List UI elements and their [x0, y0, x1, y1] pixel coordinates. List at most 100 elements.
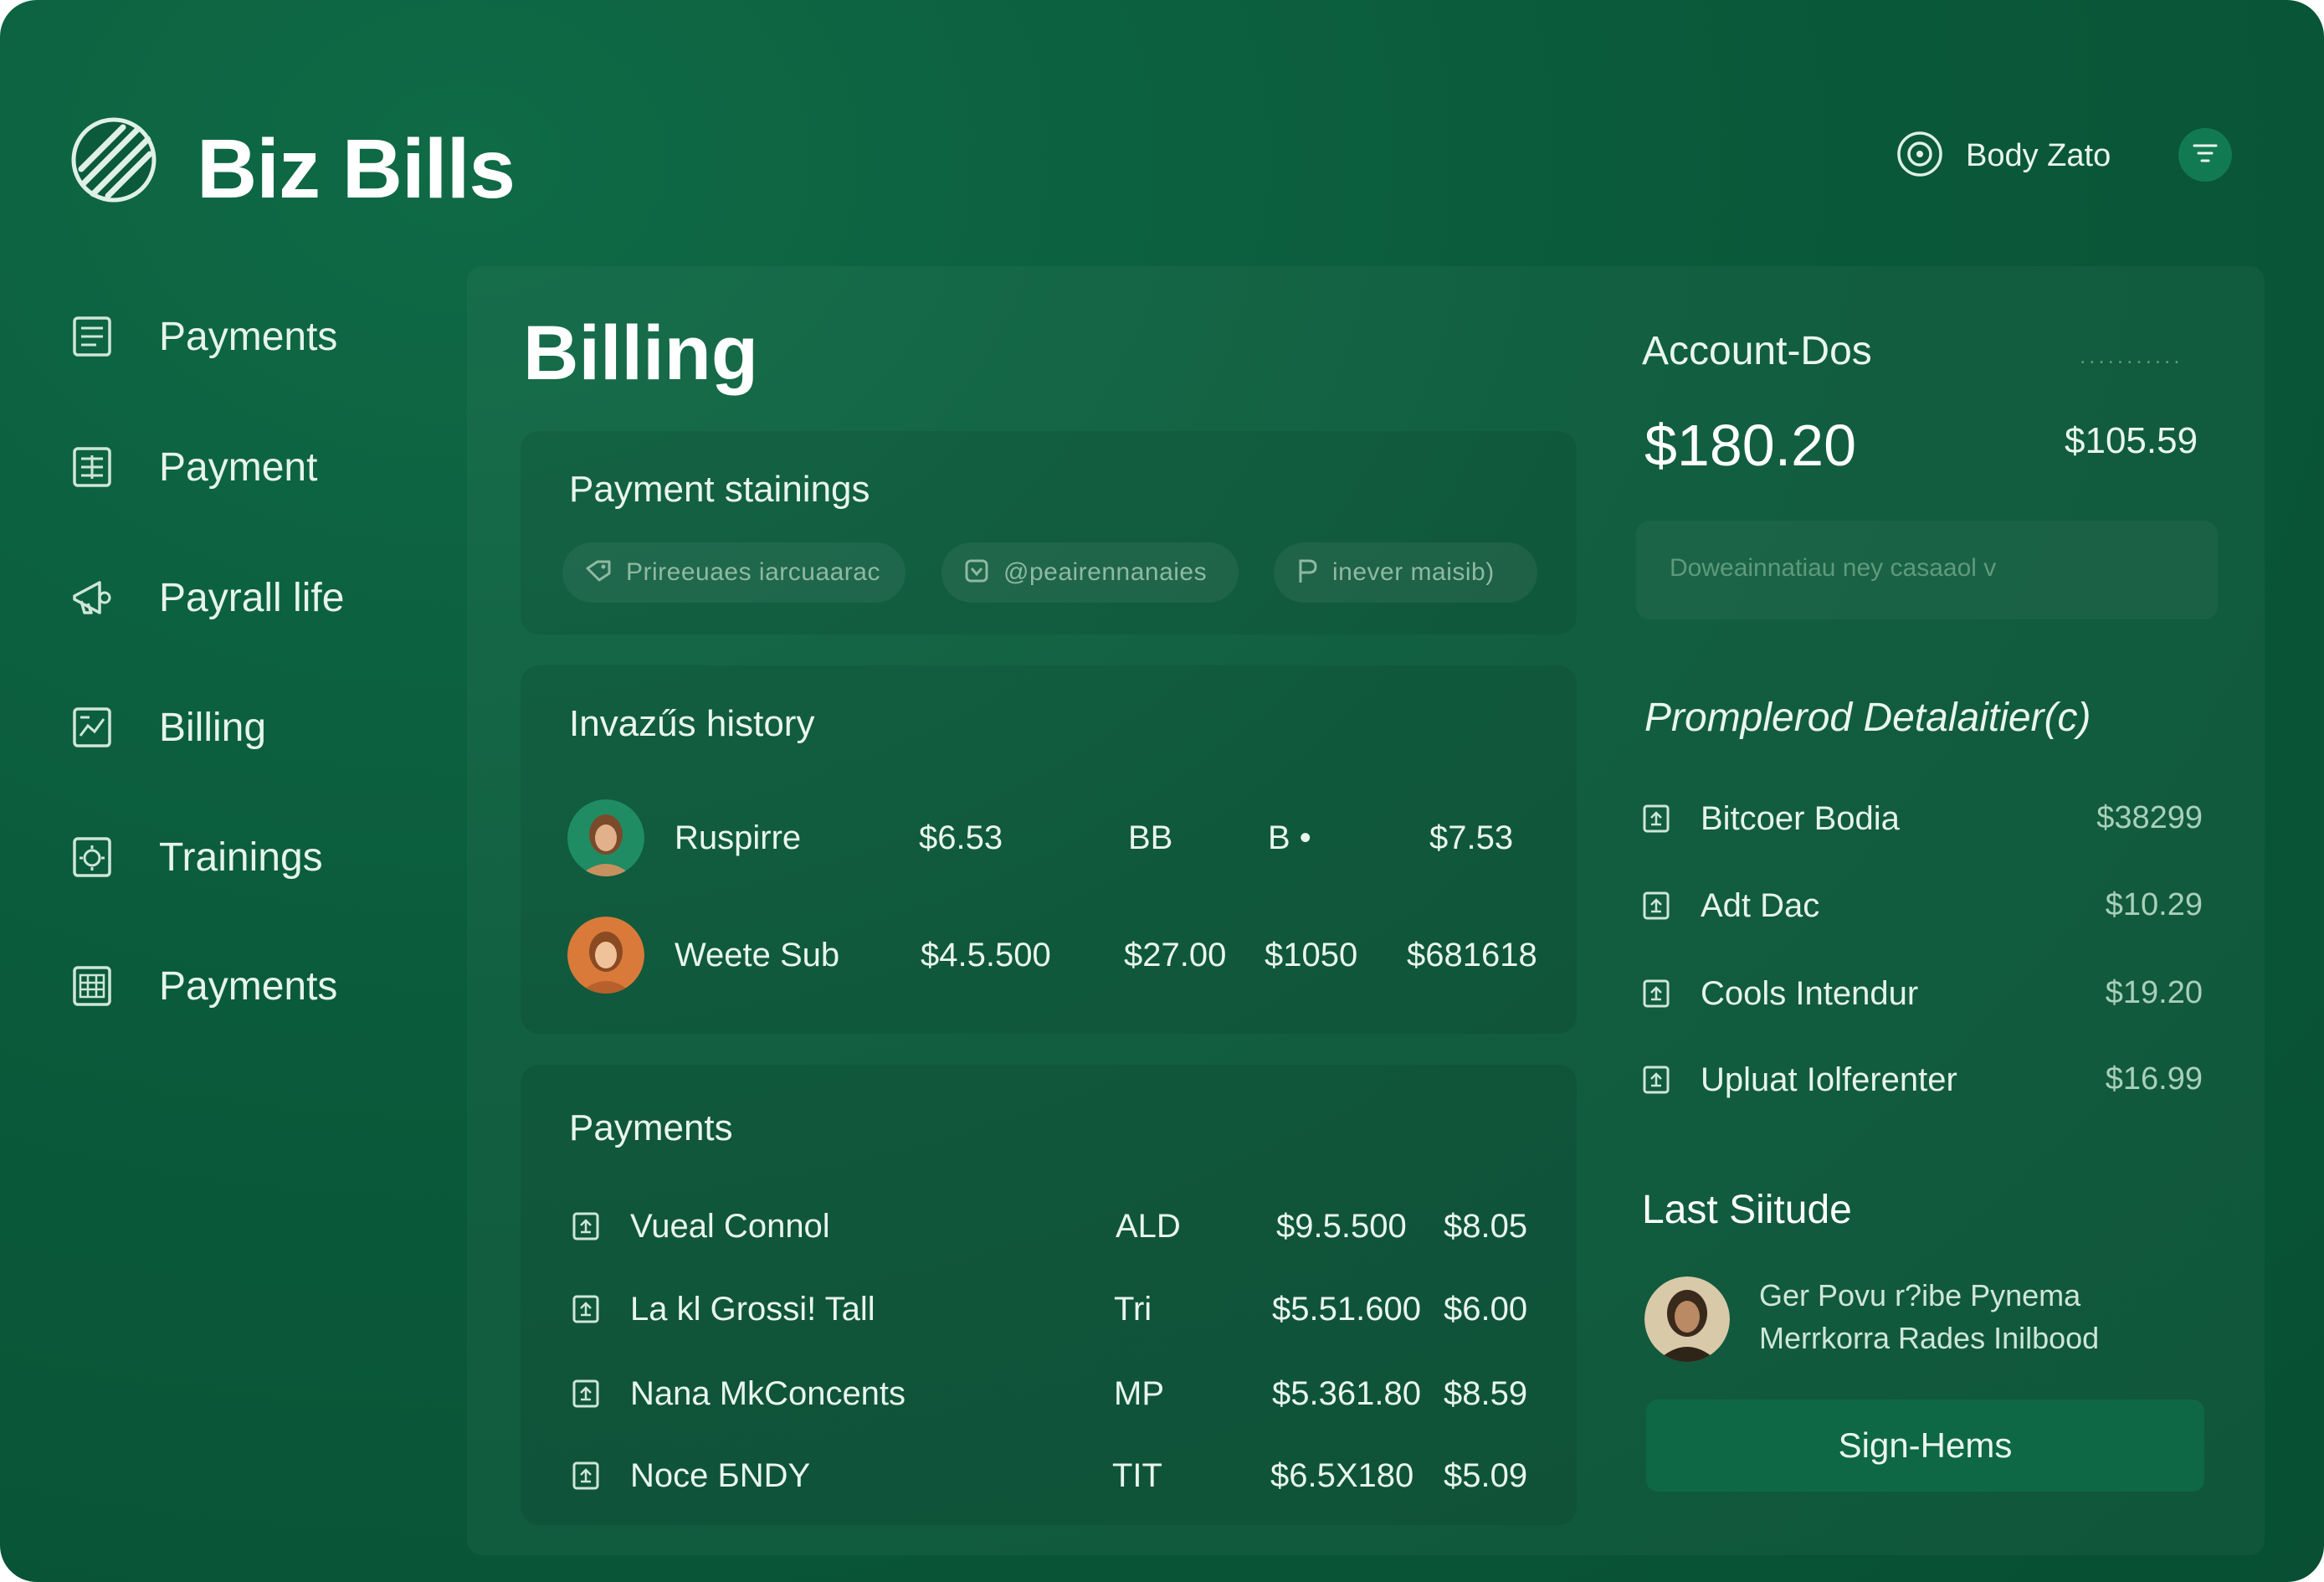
invoice-name: Ruspirre — [675, 819, 802, 856]
invoice-cell: $681618 — [1407, 937, 1537, 973]
striped-globe-icon — [71, 117, 156, 203]
card-title: Payments — [569, 1107, 733, 1148]
table-row[interactable]: La kl Grossi! Tall Tri $5.51.600 $6.00 — [572, 1284, 1551, 1334]
details-row[interactable]: Upluat Iolferenter $16.99 — [1642, 1055, 2203, 1105]
list-item-icon — [1642, 804, 1670, 838]
more-dots[interactable]: ........... — [2080, 343, 2183, 369]
last-line-1: Ger Povu r?ibe Pynema — [1759, 1278, 2081, 1312]
page-title: Billing — [523, 311, 759, 396]
avatar — [567, 917, 644, 994]
payment-amount: $5.361.80 — [1272, 1375, 1421, 1412]
details-label: Adt Dac — [1701, 887, 1820, 924]
filter-icon — [2192, 142, 2219, 168]
list-item-icon — [1642, 891, 1670, 925]
invoice-name: Weete Sub — [675, 937, 840, 973]
details-value: $10.29 — [2105, 887, 2203, 922]
sidebar-item-label: Payments — [159, 314, 338, 359]
payment-name: La kl Grossi! Tall — [630, 1291, 875, 1328]
filter-chip[interactable]: inever maisib) — [1274, 542, 1537, 603]
chip-label: Prireeuaes iarcuaarac — [626, 558, 880, 586]
sidebar-item-label: Payments — [159, 963, 338, 1009]
account-input-placeholder: Doweainnatiau ney casaaol v — [1670, 554, 1997, 582]
payment-code: ALD — [1116, 1208, 1181, 1245]
payment-code: TIT — [1112, 1457, 1162, 1494]
details-row[interactable]: Adt Dac $10.29 — [1642, 881, 2203, 931]
details-label: Bitcoer Bodia — [1701, 800, 1900, 837]
card-title: Invazűs history — [569, 703, 815, 744]
invoice-cell: $1050 — [1265, 937, 1358, 973]
payment-amount: $5.51.600 — [1272, 1291, 1421, 1328]
sidebar-item-billing[interactable]: Billing — [67, 694, 418, 761]
tag-icon — [584, 558, 613, 588]
list-item-icon — [1642, 978, 1670, 1013]
account-title: Account-Dos — [1642, 329, 1872, 373]
invoice-cell: BB — [1128, 819, 1173, 856]
payment-fee: $8.05 — [1444, 1208, 1528, 1245]
details-title: Promplerod Detalaitier(c) — [1644, 696, 2091, 740]
chip-label: @peairennanaies — [1003, 558, 1208, 586]
payment-amount: $6.5X180 — [1270, 1457, 1414, 1494]
table-row[interactable]: Ruspirre $6.53 BB B • $7.53 — [567, 799, 1555, 880]
invoice-cell: $6.53 — [919, 819, 1003, 856]
sidebar-item-payrall-life[interactable]: Payrall life — [67, 564, 418, 631]
sidebar-item-trainings[interactable]: Trainings — [67, 824, 418, 891]
user-circle-icon — [1896, 130, 1944, 182]
list-item-icon — [572, 1211, 600, 1246]
details-value: $19.20 — [2105, 975, 2203, 1010]
table-row[interactable]: Weete Sub $4.5.500 $27.00 $1050 $681618 — [567, 917, 1555, 997]
account-input[interactable]: Doweainnatiau ney casaaol v — [1636, 521, 2218, 619]
chart-doc-icon — [67, 702, 117, 752]
payment-code: MP — [1114, 1375, 1164, 1412]
sidebar-item-payments-2[interactable]: Payments — [67, 953, 418, 1020]
list-item-icon — [572, 1461, 600, 1495]
avatar — [567, 799, 644, 876]
list-item-icon — [572, 1379, 600, 1413]
last-line-2: Merrkorra Rades Inilbood — [1759, 1321, 2100, 1355]
invoice-cell: $27.00 — [1124, 937, 1227, 973]
details-row[interactable]: Bitcoer Bodia $38299 — [1642, 794, 2203, 844]
document-icon — [67, 311, 117, 362]
sidebar-item-payments[interactable]: Payments — [67, 303, 418, 370]
details-value: $16.99 — [2105, 1061, 2203, 1097]
details-label: Cools Intendur — [1701, 975, 1919, 1012]
table-row[interactable]: Nana MkConcents MP $5.361.80 $8.59 — [572, 1369, 1551, 1419]
app-title: Biz Bills — [197, 122, 516, 216]
sidebar-item-label: Trainings — [159, 835, 323, 880]
user-name: Body Zato — [1966, 138, 2111, 173]
last-section-title: Last Siitude — [1642, 1188, 1852, 1232]
sidebar-item-payment[interactable]: Payment — [67, 434, 418, 501]
table-doc-icon — [67, 961, 117, 1011]
details-row[interactable]: Cools Intendur $19.20 — [1642, 968, 2203, 1019]
filter-button[interactable] — [2178, 128, 2232, 182]
payment-code: Tri — [1114, 1291, 1152, 1328]
document-icon — [67, 442, 117, 492]
invoice-cell: $4.5.500 — [921, 937, 1051, 973]
card-title: Payment stainings — [569, 469, 870, 510]
gear-doc-icon — [67, 832, 117, 882]
app-window: Biz Bills Body Zato Payments Payment Pay… — [0, 0, 2324, 1582]
payment-name: Noce БNDY — [630, 1457, 811, 1494]
table-row[interactable]: Noce БNDY TIT $6.5X180 $5.09 — [572, 1451, 1551, 1501]
filter-chip[interactable]: Prireeuaes iarcuaarac — [562, 542, 905, 603]
sign-button[interactable]: Sign-Hems — [1646, 1400, 2204, 1492]
filter-chip[interactable]: @peairennanaies — [941, 542, 1239, 603]
list-item-icon — [1642, 1065, 1670, 1099]
sidebar-item-label: Billing — [159, 705, 267, 750]
table-row[interactable]: Vueal Connol ALD $9.5.500 $8.05 — [572, 1201, 1551, 1251]
payment-amount: $9.5.500 — [1276, 1208, 1407, 1245]
avatar — [1644, 1276, 1730, 1362]
user-menu[interactable]: Body Zato — [1896, 130, 2111, 182]
details-value: $38299 — [2096, 800, 2203, 835]
chip-label: inever maisib) — [1332, 558, 1495, 586]
badge-icon — [963, 557, 990, 588]
payment-fee: $8.59 — [1444, 1375, 1528, 1412]
details-label: Upluat Iolferenter — [1701, 1061, 1957, 1098]
payment-stainings-card — [521, 431, 1577, 634]
megaphone-icon — [67, 573, 117, 623]
account-balance: $180.20 — [1644, 413, 1857, 478]
payment-name: Vueal Connol — [630, 1208, 830, 1245]
sidebar-item-label: Payrall life — [159, 575, 345, 620]
payment-name: Nana MkConcents — [630, 1375, 906, 1412]
payment-fee: $5.09 — [1444, 1457, 1528, 1494]
payment-fee: $6.00 — [1444, 1291, 1528, 1328]
